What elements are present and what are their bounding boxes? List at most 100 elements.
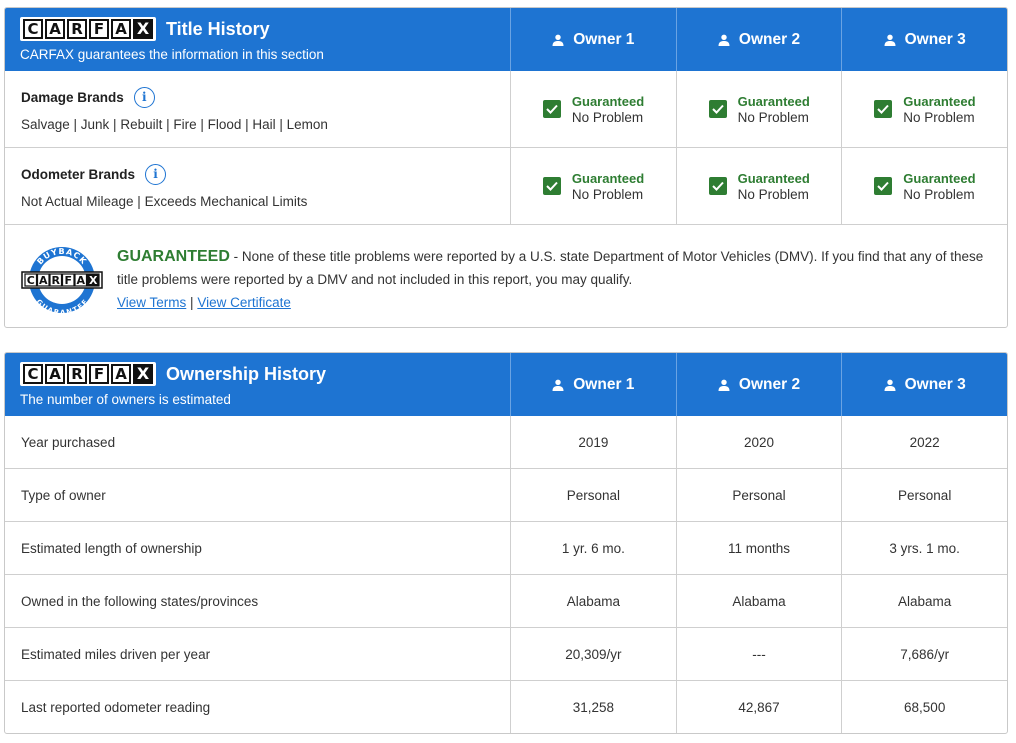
badge-logo-letter: A: [39, 274, 48, 287]
owner-2-header: Owner 2: [675, 353, 842, 416]
section-title: Ownership History: [166, 363, 327, 384]
person-icon: [884, 34, 896, 46]
owner-label: Owner 2: [738, 375, 801, 393]
owner-3-value: Alabama: [841, 575, 1007, 627]
badge-logo-letter: X: [89, 274, 98, 287]
guarantee-description: - None of these title problems were repo…: [117, 249, 984, 287]
owner-label: Owner 2: [738, 30, 801, 48]
no-problem-label: No Problem: [903, 186, 975, 202]
checkmark-icon: [874, 177, 893, 195]
info-icon[interactable]: i: [133, 86, 155, 108]
damage-brands-label-cell: Damage Brands i Salvage | Junk | Rebuilt…: [5, 71, 510, 147]
no-problem-label: No Problem: [571, 186, 644, 202]
odometer-brands-description: Not Actual Mileage | Exceeds Mechanical …: [21, 193, 308, 209]
odometer-brands-label: Odometer Brands: [21, 166, 136, 182]
owner-label: Owner 1: [573, 375, 635, 393]
table-row: Estimated length of ownership 1 yr. 6 mo…: [5, 522, 1007, 575]
owner-1-value: 1 yr. 6 mo.: [510, 522, 676, 574]
badge-logo-letter: R: [52, 274, 61, 287]
odometer-brands-label-cell: Odometer Brands i Not Actual Mileage | E…: [5, 148, 510, 224]
owner-3-value: Personal: [841, 469, 1007, 521]
person-icon: [718, 34, 730, 46]
buyback-guarantee-notice: BUYBACK GUARANTEE C A R F A X GUARANTEED…: [5, 225, 1007, 327]
row-label: Estimated miles driven per year: [21, 646, 211, 662]
badge-logo-letter: F: [64, 274, 72, 287]
view-certificate-link[interactable]: View Certificate: [197, 295, 291, 310]
checkmark-icon: [874, 100, 893, 118]
owner-2-value: 11 months: [675, 522, 842, 574]
title-history-heading: C A R F A X Title History CARFAX guarant…: [5, 8, 510, 71]
owner-3-value: 7,686/yr: [841, 628, 1007, 680]
view-terms-link[interactable]: View Terms: [117, 295, 186, 310]
guaranteed-heading: GUARANTEED: [117, 248, 230, 265]
table-row: Year purchased 2019 2020 2022: [5, 416, 1007, 469]
owner-1-header: Owner 1: [510, 8, 676, 71]
ownership-history-header: C A R F A X Ownership History The number…: [5, 353, 1007, 416]
damage-owner-2-status: Guaranteed No Problem: [675, 71, 842, 147]
no-problem-label: No Problem: [737, 109, 809, 125]
no-problem-label: No Problem: [737, 186, 809, 202]
link-separator: |: [190, 295, 194, 310]
owner-1-value: 31,258: [510, 681, 676, 733]
guaranteed-label: Guaranteed: [571, 170, 645, 186]
checkmark-icon: [708, 100, 727, 118]
no-problem-label: No Problem: [903, 109, 975, 125]
row-label: Year purchased: [21, 434, 116, 450]
ownership-history-heading: C A R F A X Ownership History The number…: [5, 353, 510, 416]
badge-logo-letter: C: [27, 274, 35, 287]
owner-3-header: Owner 3: [841, 353, 1007, 416]
guaranteed-label: Guaranteed: [737, 170, 810, 186]
checkmark-icon: [708, 177, 727, 195]
logo-letter: A: [111, 19, 131, 39]
title-history-header: C A R F A X Title History CARFAX guarant…: [5, 8, 1007, 71]
owner-1-value: 2019: [510, 416, 676, 468]
checkmark-icon: [542, 100, 561, 118]
guaranteed-label: Guaranteed: [903, 93, 976, 109]
odometer-owner-1-status: Guaranteed No Problem: [509, 148, 676, 224]
owner-1-value: 20,309/yr: [510, 628, 676, 680]
logo-letter: A: [45, 364, 65, 384]
info-icon[interactable]: i: [145, 163, 167, 185]
section-subtitle: CARFAX guarantees the information in thi…: [20, 47, 324, 62]
person-icon: [884, 379, 896, 391]
logo-letter: F: [89, 364, 109, 384]
owner-2-value: ---: [675, 628, 842, 680]
row-label: Type of owner: [21, 487, 106, 503]
no-problem-label: No Problem: [571, 109, 644, 125]
person-icon: [718, 379, 730, 391]
guaranteed-label: Guaranteed: [737, 93, 810, 109]
guaranteed-label: Guaranteed: [571, 93, 645, 109]
logo-letter: A: [111, 364, 131, 384]
ownership-history-section: C A R F A X Ownership History The number…: [4, 352, 1008, 734]
damage-owner-3-status: Guaranteed No Problem: [841, 71, 1007, 147]
owner-3-value: 2022: [841, 416, 1007, 468]
section-title: Title History: [166, 18, 270, 39]
carfax-logo: C A R F A X: [20, 362, 156, 386]
owner-2-value: 42,867: [675, 681, 842, 733]
owner-1-header: Owner 1: [510, 353, 676, 416]
logo-letter: X: [133, 19, 153, 39]
owner-3-value: 68,500: [841, 681, 1007, 733]
owner-2-value: 2020: [675, 416, 842, 468]
logo-letter: X: [133, 364, 153, 384]
damage-brands-label: Damage Brands: [21, 89, 124, 105]
owner-3-header: Owner 3: [841, 8, 1007, 71]
odometer-owner-2-status: Guaranteed No Problem: [675, 148, 842, 224]
owner-2-value: Personal: [675, 469, 842, 521]
guarantee-text-block: GUARANTEED - None of these title problem…: [117, 245, 987, 314]
guaranteed-label: Guaranteed: [903, 170, 976, 186]
logo-letter: C: [23, 364, 43, 384]
title-history-section: C A R F A X Title History CARFAX guarant…: [4, 7, 1008, 328]
logo-letter: F: [89, 19, 109, 39]
table-row: Type of owner Personal Personal Personal: [5, 469, 1007, 522]
row-label: Estimated length of ownership: [21, 540, 202, 556]
owner-2-header: Owner 2: [675, 8, 842, 71]
row-label: Owned in the following states/provinces: [21, 593, 259, 609]
logo-letter: C: [23, 19, 43, 39]
table-row: Last reported odometer reading 31,258 42…: [5, 681, 1007, 733]
person-icon: [552, 34, 564, 46]
section-subtitle: The number of owners is estimated: [20, 392, 231, 407]
carfax-logo: C A R F A X: [20, 17, 156, 41]
table-row: Owned in the following states/provinces …: [5, 575, 1007, 628]
owner-1-value: Personal: [510, 469, 676, 521]
